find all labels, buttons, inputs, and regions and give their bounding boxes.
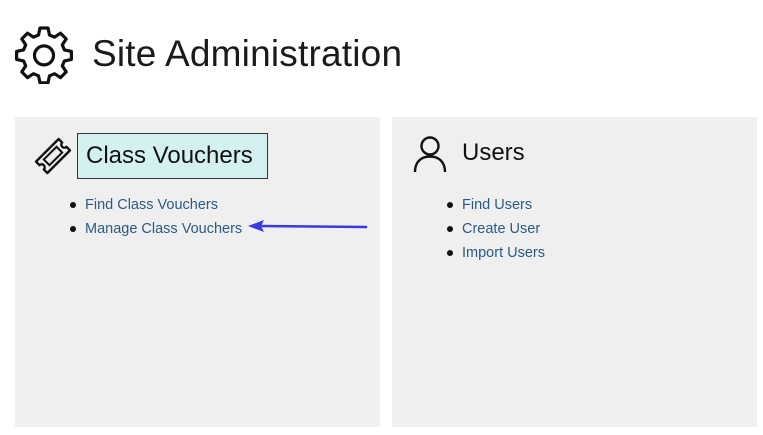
list-item: Find Class Vouchers [70,193,242,217]
users-links: Find Users Create User Import Users [447,193,545,265]
list-item: Import Users [447,241,545,265]
find-users-link[interactable]: Find Users [462,197,532,213]
list-item: Manage Class Vouchers [70,217,242,241]
list-item: Find Users [447,193,545,217]
page-title: Site Administration [92,33,403,74]
ticket-icon [34,137,72,175]
class-vouchers-heading: Class Vouchers [33,133,268,179]
gear-icon [15,26,73,84]
user-icon [413,136,447,173]
users-panel: Users Find Users Create User Import User… [392,117,757,427]
class-vouchers-links: Find Class Vouchers Manage Class Voucher… [70,193,242,241]
class-vouchers-title: Class Vouchers [77,133,268,179]
find-class-vouchers-link[interactable]: Find Class Vouchers [85,197,218,213]
annotation-arrow-icon [248,220,368,232]
class-vouchers-panel: Class Vouchers Find Class Vouchers Manag… [15,117,380,427]
page-header: Site Administration [14,24,402,84]
manage-class-vouchers-link[interactable]: Manage Class Vouchers [85,221,242,237]
create-user-link[interactable]: Create User [462,221,540,237]
list-item: Create User [447,217,545,241]
users-heading: Users [410,133,525,173]
users-title: Users [462,139,525,166]
import-users-link[interactable]: Import Users [462,245,545,261]
